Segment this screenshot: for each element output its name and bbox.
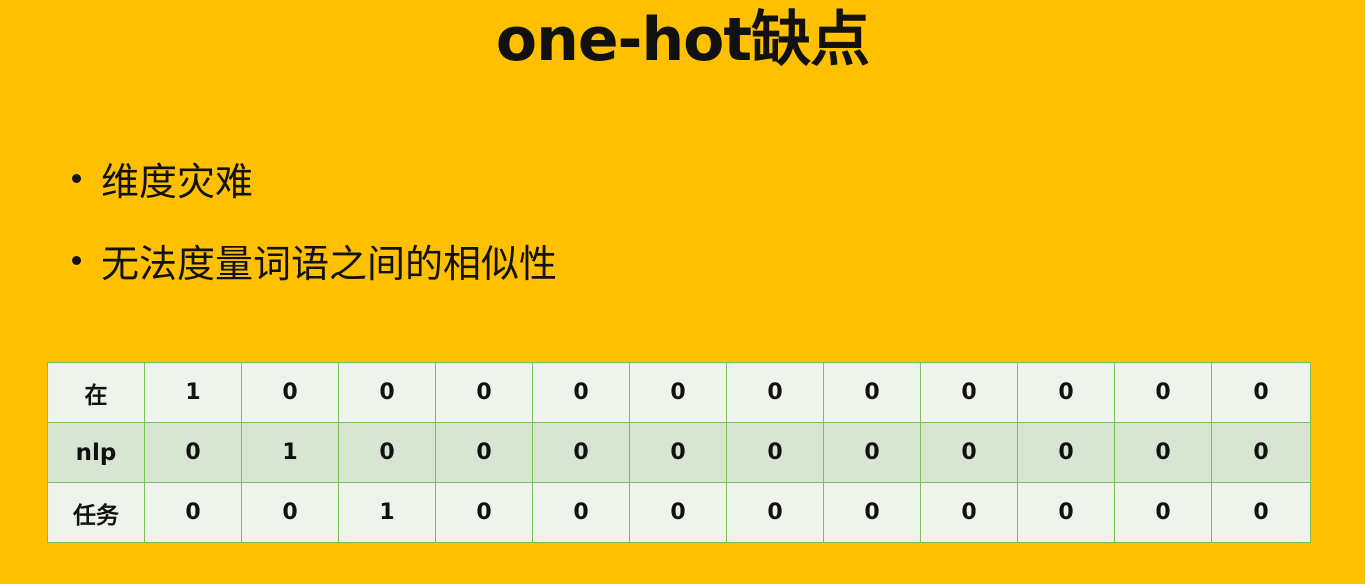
word-cell: 在	[47, 362, 145, 423]
bullet-dot-icon	[72, 255, 81, 265]
vector-cell: 0	[435, 422, 533, 483]
bullet-item: 维度灾难	[72, 148, 557, 208]
vector-cell: 1	[241, 422, 339, 483]
vector-cell: 0	[1017, 482, 1115, 543]
vector-cell: 0	[1211, 362, 1311, 423]
vector-cell: 0	[241, 482, 339, 543]
vector-cell: 0	[338, 422, 436, 483]
word-cell: nlp	[47, 422, 145, 483]
vector-cell: 1	[338, 482, 436, 543]
bullet-text: 无法度量词语之间的相似性	[101, 241, 558, 286]
vector-cell: 0	[823, 422, 921, 483]
vector-cell: 0	[532, 482, 630, 543]
vector-cell: 0	[1017, 422, 1115, 483]
table-row: nlp 0 1 0 0 0 0 0 0 0 0 0 0	[47, 422, 1311, 483]
table-row: 在 1 0 0 0 0 0 0 0 0 0 0 0	[47, 362, 1311, 423]
word-cell: 任务	[47, 482, 145, 543]
vector-cell: 0	[629, 482, 727, 543]
vector-cell: 0	[1114, 422, 1212, 483]
vector-cell: 0	[1211, 482, 1311, 543]
vector-cell: 0	[144, 422, 242, 483]
vector-cell: 0	[629, 362, 727, 423]
table-row: 任务 0 0 1 0 0 0 0 0 0 0 0 0	[47, 482, 1311, 543]
slide-title: one-hot缺点	[495, 5, 870, 75]
vector-cell: 0	[629, 422, 727, 483]
vector-cell: 0	[726, 362, 824, 423]
vector-cell: 0	[920, 482, 1018, 543]
vector-cell: 0	[435, 482, 533, 543]
vector-cell: 0	[1211, 422, 1311, 483]
vector-cell: 0	[532, 422, 630, 483]
vector-cell: 1	[144, 362, 242, 423]
vector-cell: 0	[241, 362, 339, 423]
one-hot-table: 在 1 0 0 0 0 0 0 0 0 0 0 0 nlp 0 1 0 0 0 …	[47, 362, 1311, 543]
bullet-text: 维度灾难	[101, 159, 254, 204]
vector-cell: 0	[338, 362, 436, 423]
vector-cell: 0	[823, 362, 921, 423]
bullet-item: 无法度量词语之间的相似性	[72, 230, 557, 290]
bullet-dot-icon	[72, 173, 81, 183]
vector-cell: 0	[1114, 362, 1212, 423]
vector-cell: 0	[435, 362, 533, 423]
vector-cell: 0	[1017, 362, 1115, 423]
vector-cell: 0	[532, 362, 630, 423]
vector-cell: 0	[726, 422, 824, 483]
vector-cell: 0	[823, 482, 921, 543]
vector-cell: 0	[920, 362, 1018, 423]
vector-cell: 0	[920, 422, 1018, 483]
vector-cell: 0	[726, 482, 824, 543]
bullet-list: 维度灾难 无法度量词语之间的相似性	[72, 148, 557, 312]
vector-cell: 0	[144, 482, 242, 543]
vector-cell: 0	[1114, 482, 1212, 543]
